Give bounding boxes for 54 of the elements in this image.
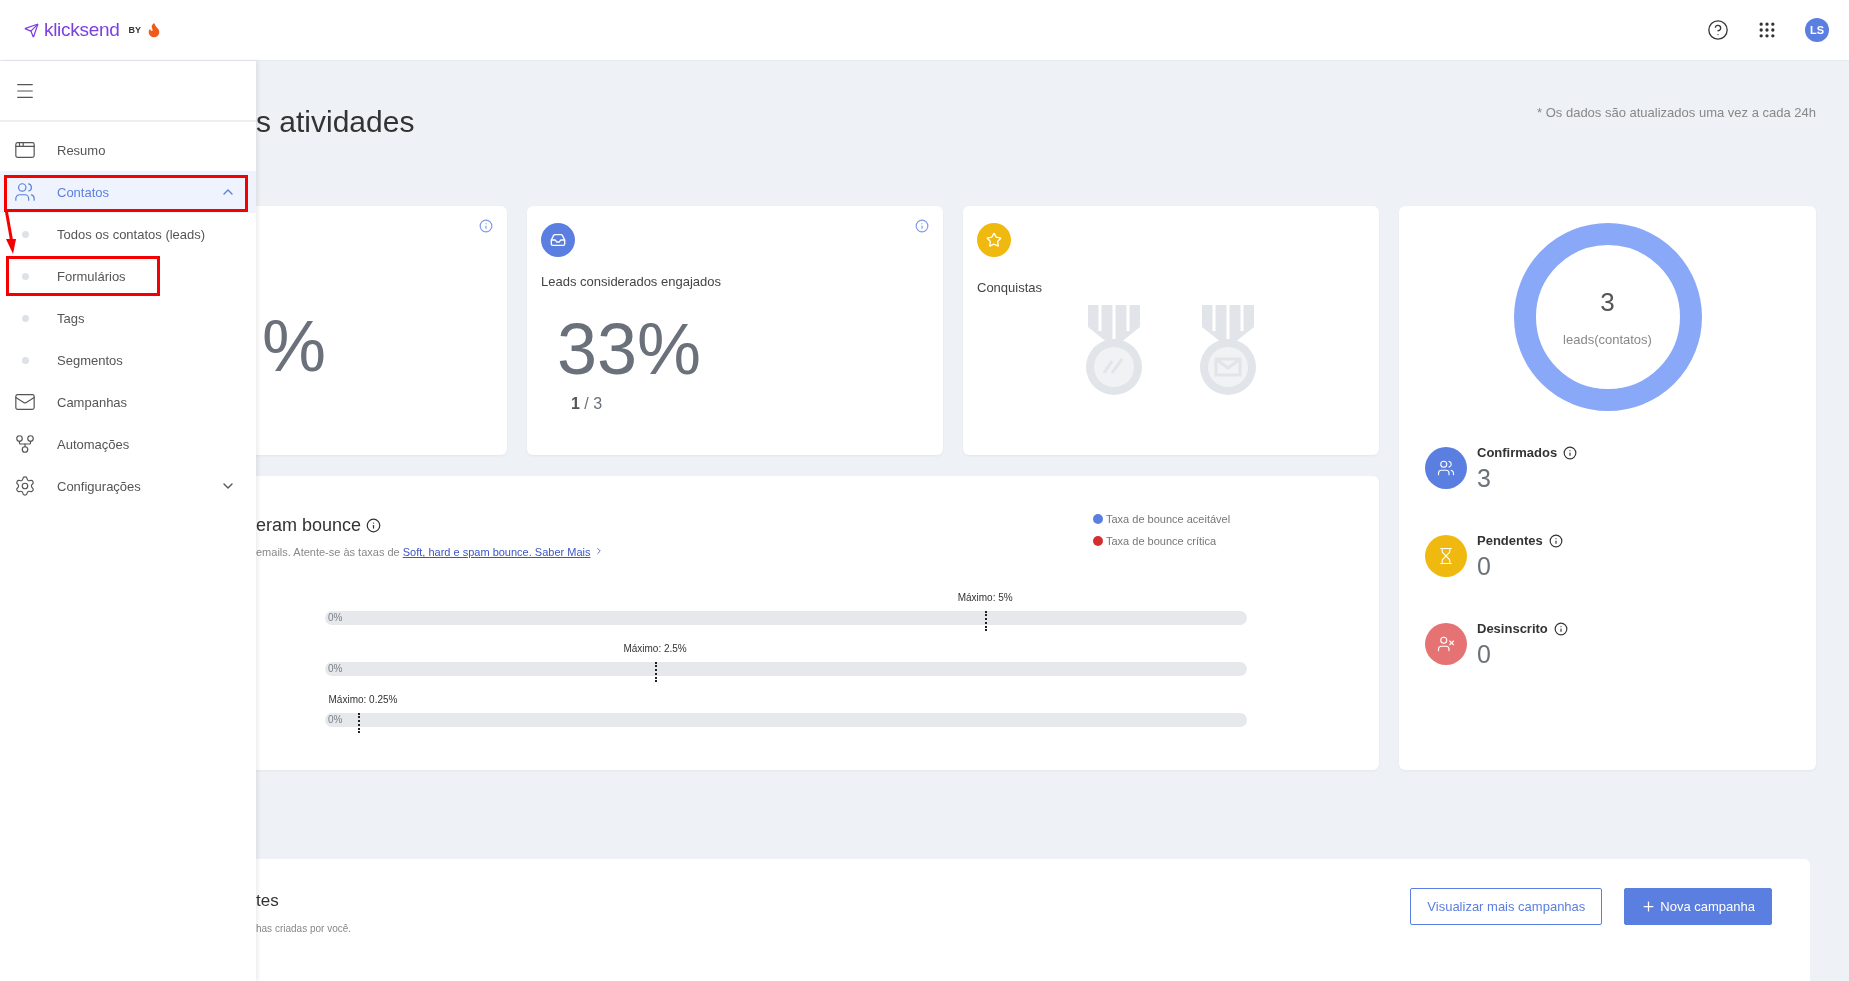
- brand-by: BY: [128, 25, 141, 35]
- menu-item[interactable]: Configurações: [0, 465, 256, 507]
- bounce-reading: 0%: [328, 611, 343, 625]
- bounce-description: emails. Atente-se às taxas de Soft, hard e spam bounce. Saber Mais: [256, 546, 1379, 558]
- max-marker: [358, 713, 361, 733]
- info-icon[interactable]: [366, 518, 382, 533]
- view-campaigns-button[interactable]: Visualizar mais campanhas: [1410, 888, 1603, 925]
- paper-plane-icon: [24, 22, 39, 38]
- submenu-item[interactable]: Formulários: [0, 255, 256, 297]
- help-icon[interactable]: [1707, 19, 1729, 41]
- submenu-item[interactable]: Tags: [0, 297, 256, 339]
- campaigns-subtitle: has criadas por você.: [256, 923, 352, 934]
- menu-item[interactable]: Campanhas: [0, 381, 256, 423]
- metric-ratio: 1 / 3: [571, 395, 604, 413]
- status-label: Desinscrito: [1477, 621, 1548, 636]
- metric-value: %: [262, 310, 327, 382]
- leads-caption: leads(contatos): [1563, 332, 1652, 347]
- campaigns-title: tes: [256, 891, 280, 911]
- menu-item[interactable]: Resumo: [0, 129, 256, 171]
- submenu-item[interactable]: Todos os contatos (leads): [0, 213, 256, 255]
- legend-label: Taxa de bounce crítica: [1106, 535, 1217, 547]
- max-label: Máximo: 0.25%: [328, 694, 398, 705]
- brand-name: klicksend: [44, 19, 120, 41]
- info-icon[interactable]: [1563, 445, 1578, 460]
- status-count: 0: [1477, 552, 1492, 581]
- apps-grid-icon[interactable]: [1757, 20, 1777, 40]
- metric-value: 33%: [557, 313, 702, 385]
- max-marker: [985, 611, 988, 631]
- submenu-item[interactable]: Segmentos: [0, 339, 256, 381]
- status-count: 3: [1477, 464, 1492, 493]
- max-label: Máximo: 5%: [957, 592, 1013, 603]
- info-icon[interactable]: [1548, 533, 1563, 548]
- max-label: Máximo: 2.5%: [623, 643, 687, 654]
- status-label: Confirmados: [1477, 445, 1558, 460]
- menu-item[interactable]: Automações: [0, 423, 256, 465]
- annotation-arrow: [4, 209, 18, 255]
- user-avatar[interactable]: LS: [1805, 18, 1829, 42]
- new-campaign-button[interactable]: Nova campanha: [1624, 888, 1772, 925]
- card-label: Leads considerados engajados: [541, 274, 722, 289]
- legend-label: Taxa de bounce aceitável: [1106, 513, 1231, 525]
- status-label: Pendentes: [1477, 533, 1543, 548]
- bounce-reading: 0%: [328, 662, 343, 676]
- bounce-reading: 0%: [328, 713, 343, 727]
- card-label: Conquistas: [977, 280, 1044, 295]
- plus-icon: [1641, 899, 1657, 914]
- bounce-title: eram bounce: [256, 515, 362, 536]
- max-marker: [655, 662, 658, 682]
- status-count: 0: [1477, 640, 1492, 669]
- menu-item[interactable]: Contatos: [0, 171, 256, 213]
- update-note: * Os dados são atualizados uma vez a cada 24h: [1537, 105, 1816, 120]
- bounce-link[interactable]: Soft, hard e spam bounce. Saber Mais: [402, 546, 591, 558]
- info-icon[interactable]: [1553, 621, 1568, 636]
- leads-total: 3: [1600, 287, 1615, 318]
- page-title: s atividades: [256, 105, 415, 139]
